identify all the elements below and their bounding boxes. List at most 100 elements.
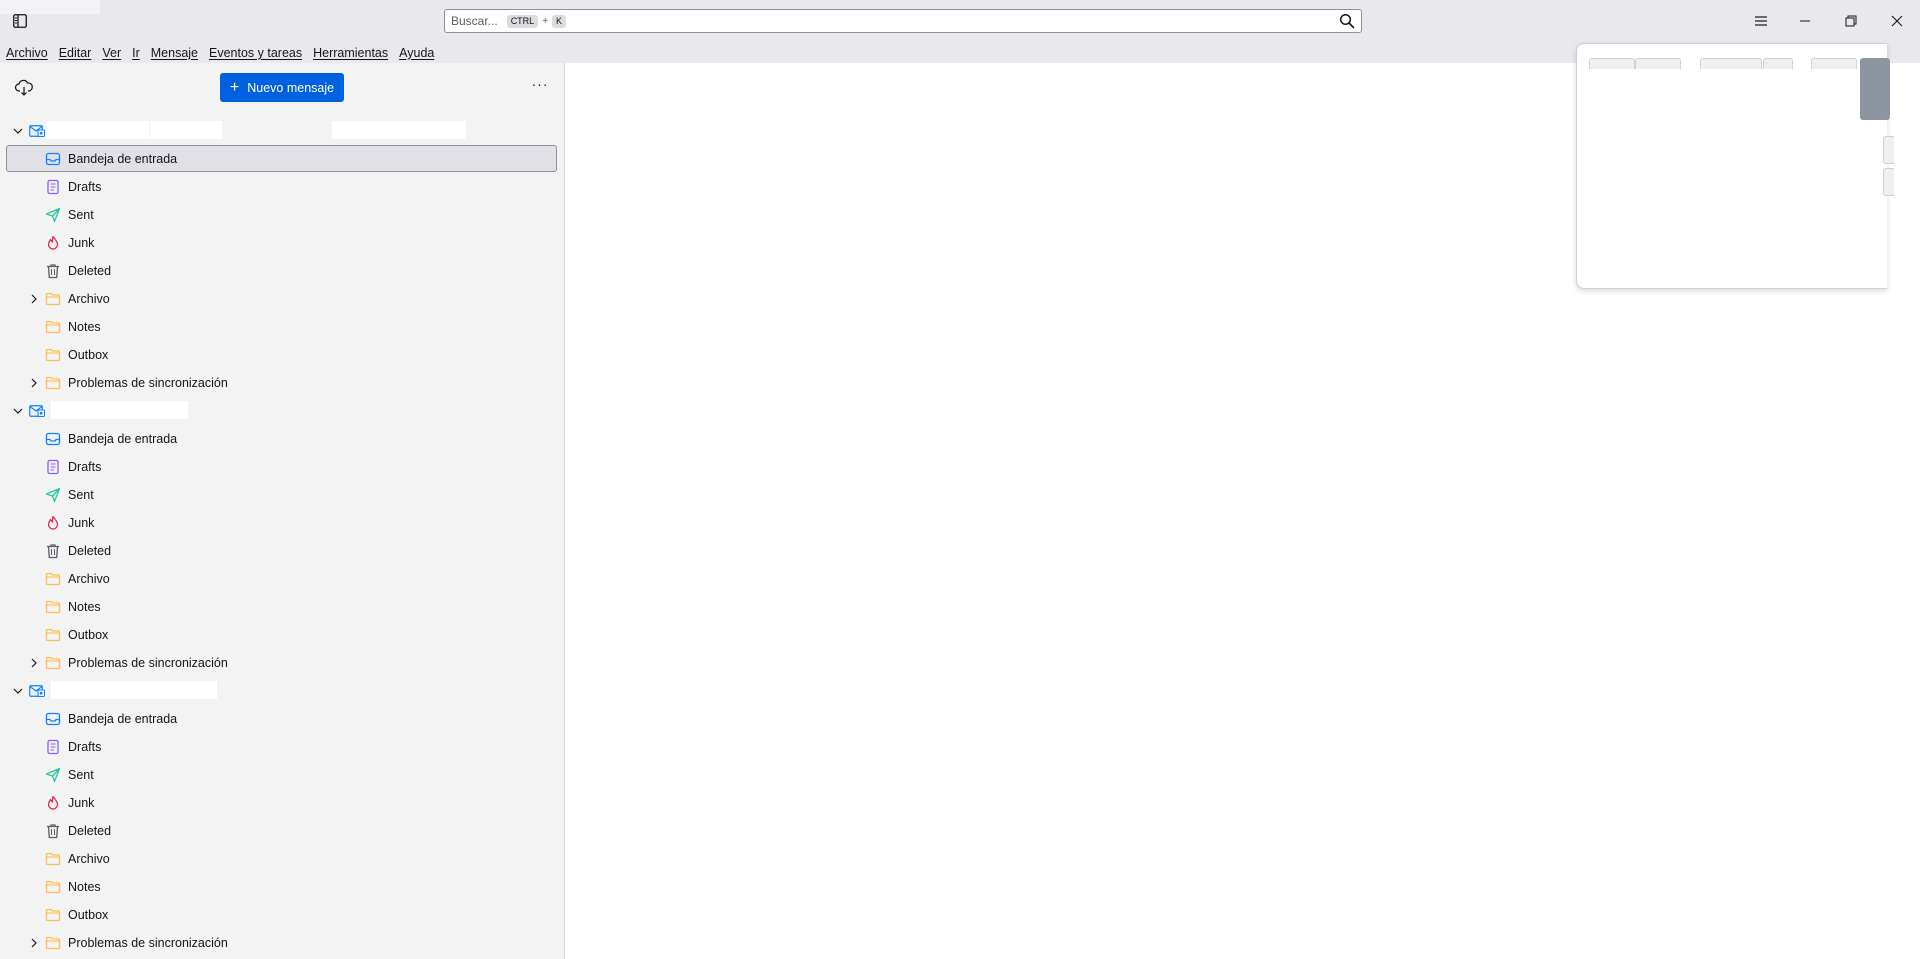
folder-label: Outbox: [68, 628, 109, 642]
folder-item-archivo[interactable]: Archivo: [0, 565, 564, 593]
chevron-right-icon[interactable]: [28, 937, 40, 949]
folder-item-deleted[interactable]: Deleted: [0, 257, 564, 285]
account-row[interactable]: [0, 677, 564, 705]
folder-item-notes[interactable]: Notes: [0, 313, 564, 341]
shortcut-key-ctrl: CTRL: [506, 14, 539, 28]
account-row[interactable]: [0, 397, 564, 425]
shortcut-key-k: K: [552, 14, 567, 28]
folder-label: Problemas de sincronización: [68, 376, 228, 390]
get-messages-icon[interactable]: [14, 78, 34, 98]
folder-icon: [45, 879, 61, 895]
junk-icon: [45, 235, 61, 251]
folder-item-drafts[interactable]: Drafts: [0, 733, 564, 761]
chevron-right-icon[interactable]: [28, 293, 40, 305]
folder-label: Junk: [68, 236, 95, 250]
minimize-window-icon[interactable]: [1782, 0, 1828, 42]
chevron-right-icon[interactable]: [28, 657, 40, 669]
inbox-icon: [45, 151, 61, 167]
plus-icon: +: [229, 78, 240, 96]
folder-icon: [45, 319, 61, 335]
chevron-down-icon[interactable]: [12, 125, 24, 137]
title-bar: Buscar... CTRL + K: [0, 0, 1920, 42]
folder-label: Sent: [68, 488, 94, 502]
folder-pane-header: + Nuevo mensaje ···: [0, 63, 564, 111]
folder-item-bandeja-de-entrada[interactable]: Bandeja de entrada: [0, 145, 564, 173]
redacted-account-name: [51, 401, 188, 419]
folder-icon: [45, 655, 61, 671]
folder-label: Archivo: [68, 572, 110, 586]
folder-label: Problemas de sincronización: [68, 656, 228, 670]
menu-herramientas[interactable]: Herramientas: [313, 46, 388, 60]
popup-segment: [1763, 58, 1793, 69]
menu-archivo[interactable]: Archivo: [6, 46, 48, 60]
folder-item-notes[interactable]: Notes: [0, 873, 564, 901]
folder-item-junk[interactable]: Junk: [0, 509, 564, 537]
more-options-icon[interactable]: ···: [530, 76, 550, 96]
sidebar-toggle-icon[interactable]: [10, 12, 30, 30]
folder-label: Drafts: [68, 740, 102, 754]
folder-item-archivo[interactable]: Archivo: [0, 285, 564, 313]
popup-button[interactable]: [1883, 168, 1894, 196]
redacted-account-name: [332, 121, 466, 139]
sent-icon: [45, 487, 61, 503]
popup-panel: [1576, 43, 1894, 289]
folder-label: Deleted: [68, 264, 112, 278]
folder-label: Archivo: [68, 852, 110, 866]
folder-item-deleted[interactable]: Deleted: [0, 817, 564, 845]
close-window-icon[interactable]: [1874, 0, 1920, 42]
folder-item-sent[interactable]: Sent: [0, 201, 564, 229]
folder-icon: [45, 291, 61, 307]
folder-item-deleted[interactable]: Deleted: [0, 537, 564, 565]
folder-item-outbox[interactable]: Outbox: [0, 901, 564, 929]
folder-item-problemas-de-sincronizaci-n[interactable]: Problemas de sincronización: [0, 649, 564, 677]
new-message-button[interactable]: + Nuevo mensaje: [220, 73, 344, 102]
folder-label: Outbox: [68, 908, 109, 922]
folder-label: Archivo: [68, 292, 110, 306]
folder-icon: [45, 571, 61, 587]
search-icon[interactable]: [1339, 13, 1355, 29]
folder-item-drafts[interactable]: Drafts: [0, 453, 564, 481]
folder-label: Deleted: [68, 544, 112, 558]
redacted-account-name: [47, 121, 149, 139]
sent-icon: [45, 767, 61, 783]
app-menu-hamburger-icon[interactable]: [1738, 0, 1784, 42]
folder-item-outbox[interactable]: Outbox: [0, 341, 564, 369]
folder-item-sent[interactable]: Sent: [0, 481, 564, 509]
restore-window-icon[interactable]: [1828, 0, 1874, 42]
folder-item-sent[interactable]: Sent: [0, 761, 564, 789]
chevron-right-icon[interactable]: [28, 377, 40, 389]
folder-item-outbox[interactable]: Outbox: [0, 621, 564, 649]
folder-tree: Bandeja de entrada Drafts Sent Junk Deleted A…: [0, 117, 564, 957]
redacted-account-name: [150, 121, 222, 139]
folder-label: Bandeja de entrada: [68, 432, 178, 446]
menu-ir[interactable]: Ir: [132, 46, 140, 60]
chevron-down-icon[interactable]: [12, 685, 24, 697]
folder-item-junk[interactable]: Junk: [0, 229, 564, 257]
folder-label: Sent: [68, 768, 94, 782]
menu-ayuda[interactable]: Ayuda: [399, 46, 434, 60]
folder-label: Bandeja de entrada: [68, 712, 178, 726]
folder-icon: [45, 851, 61, 867]
folder-item-drafts[interactable]: Drafts: [0, 173, 564, 201]
menu-mensaje[interactable]: Mensaje: [151, 46, 198, 60]
chevron-down-icon[interactable]: [12, 405, 24, 417]
popup-preview: [1860, 58, 1890, 120]
folder-item-bandeja-de-entrada[interactable]: Bandeja de entrada: [0, 425, 564, 453]
folder-icon: [45, 907, 61, 923]
folder-item-notes[interactable]: Notes: [0, 593, 564, 621]
sent-icon: [45, 207, 61, 223]
popup-button[interactable]: [1883, 136, 1894, 164]
folder-item-bandeja-de-entrada[interactable]: Bandeja de entrada: [0, 705, 564, 733]
menu-eventos-tareas[interactable]: Eventos y tareas: [209, 46, 302, 60]
folder-item-junk[interactable]: Junk: [0, 789, 564, 817]
account-row[interactable]: [0, 117, 564, 145]
folder-item-problemas-de-sincronizaci-n[interactable]: Problemas de sincronización: [0, 369, 564, 397]
menu-ver[interactable]: Ver: [102, 46, 121, 60]
folder-item-problemas-de-sincronizaci-n[interactable]: Problemas de sincronización: [0, 929, 564, 957]
folder-item-archivo[interactable]: Archivo: [0, 845, 564, 873]
junk-icon: [45, 515, 61, 531]
menu-editar[interactable]: Editar: [59, 46, 92, 60]
trash-icon: [45, 823, 61, 839]
folder-icon: [45, 627, 61, 643]
global-search-input[interactable]: Buscar... CTRL + K: [444, 9, 1362, 33]
